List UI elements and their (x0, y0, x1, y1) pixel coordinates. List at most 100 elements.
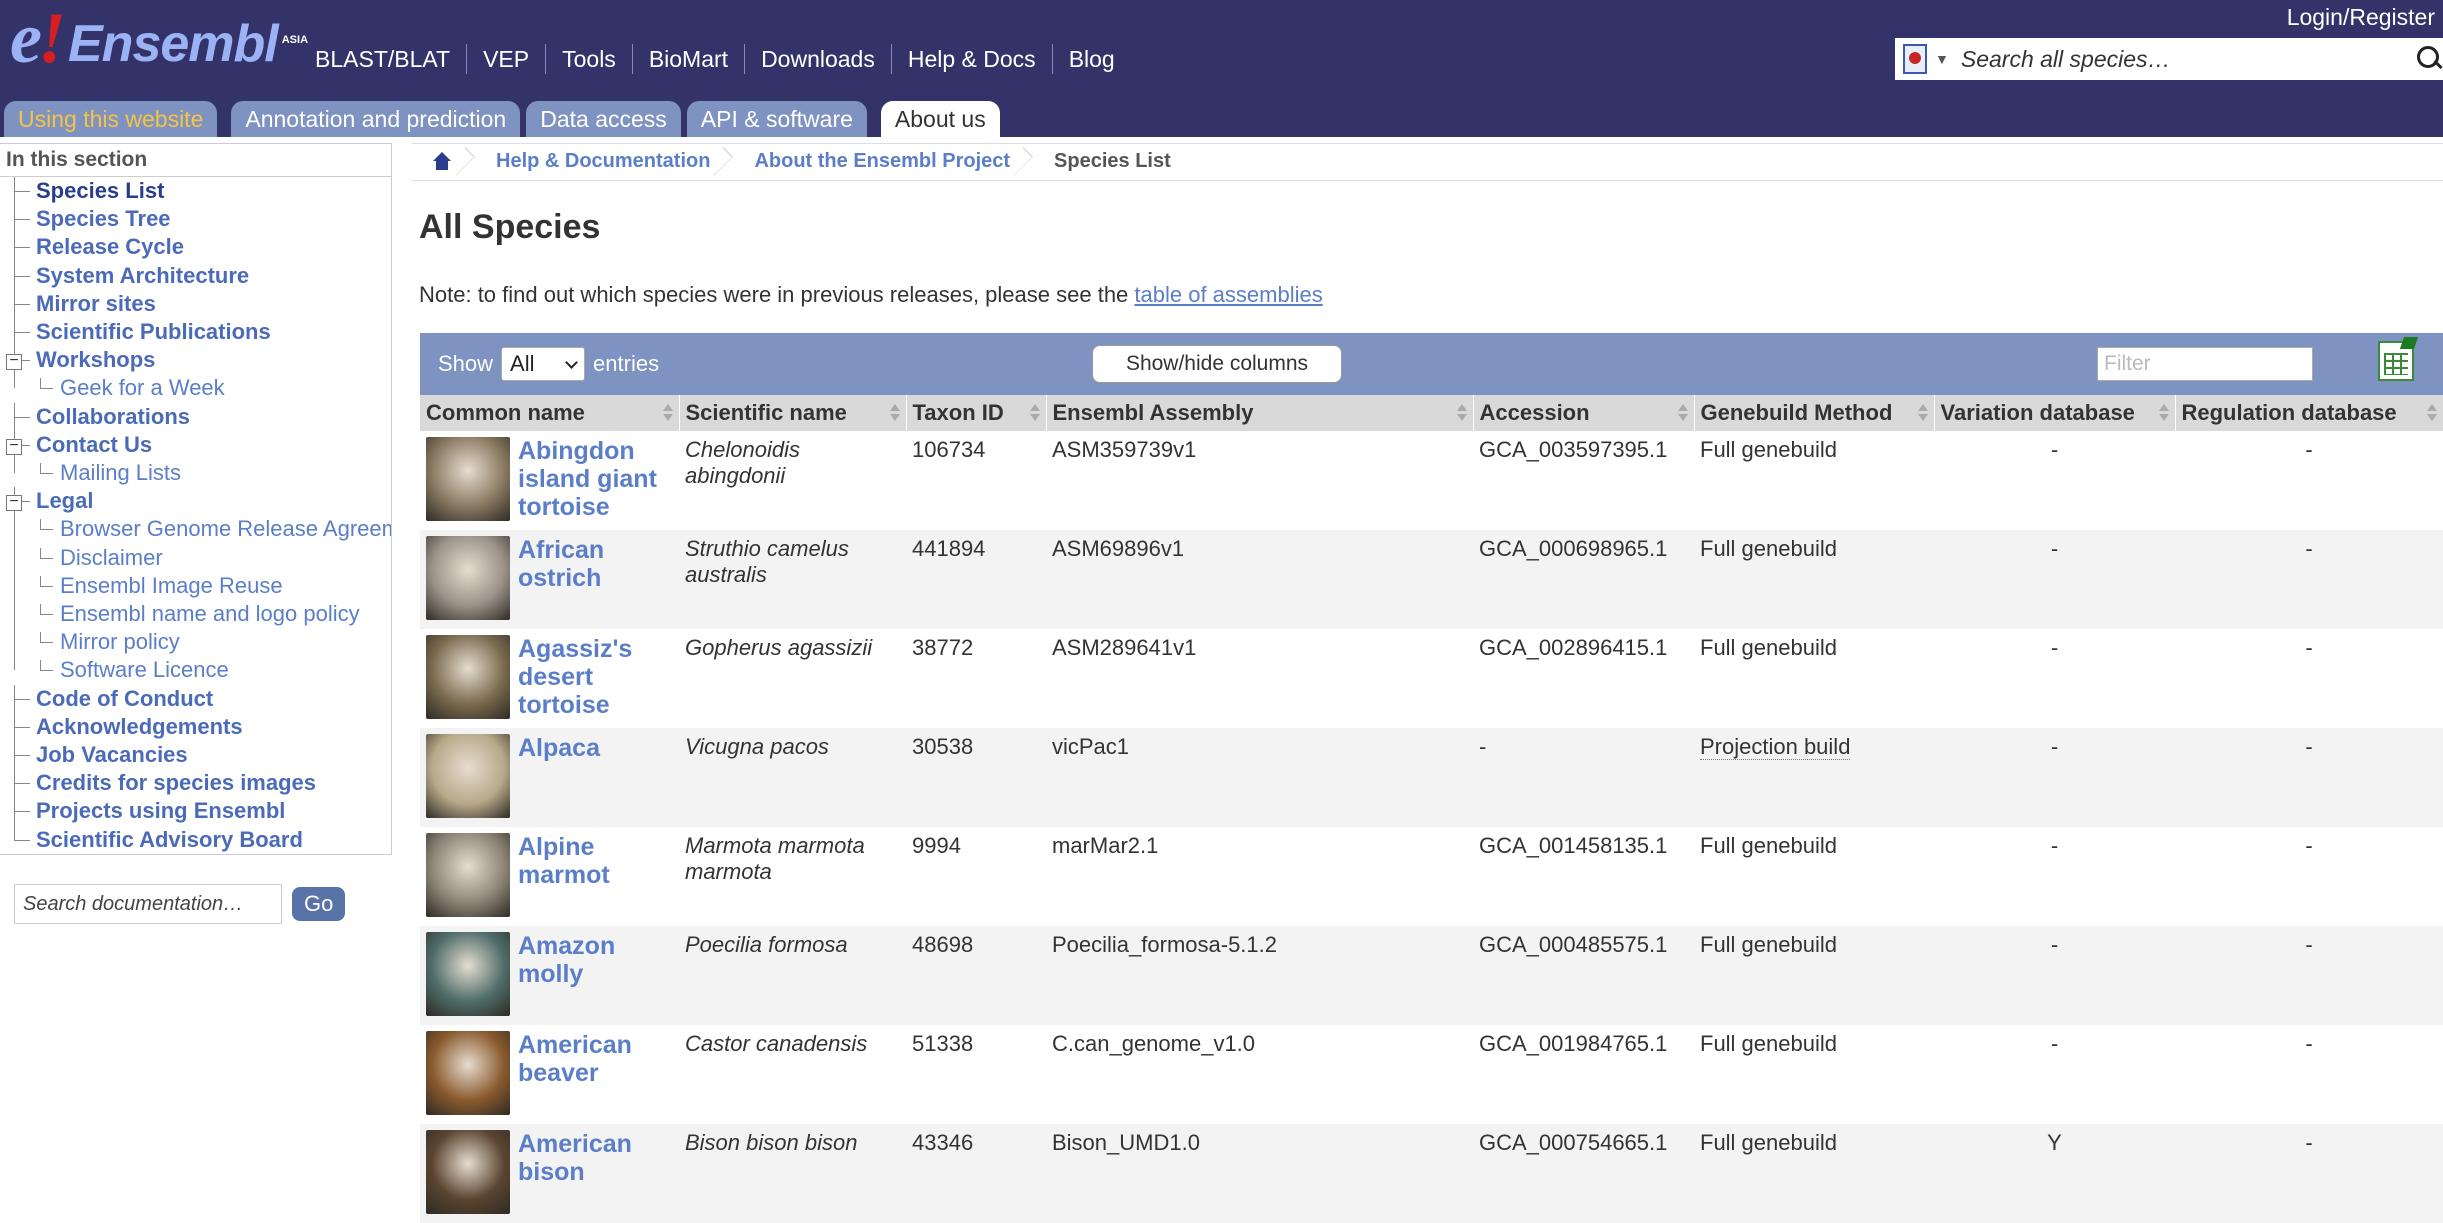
sidebar-item-label: Ensembl name and logo policy (60, 601, 360, 627)
collapse-toggle-icon[interactable]: − (6, 437, 22, 455)
home-icon[interactable] (432, 151, 452, 172)
sort-arrows-icon[interactable] (662, 404, 673, 422)
topnav-blog[interactable]: Blog (1051, 44, 1131, 74)
filter-input[interactable] (2097, 347, 2313, 381)
sidebar-item-label: Ensembl Image Reuse (60, 572, 283, 598)
column-header-taxon-id[interactable]: Taxon ID (906, 395, 1047, 431)
sidebar-item-ensembl-name-and-logo-policy[interactable]: Ensembl name and logo policy (0, 600, 391, 629)
sidebar-item-scientific-advisory-board[interactable]: Scientific Advisory Board (0, 825, 391, 854)
species-selector-icon[interactable] (1895, 38, 1935, 80)
species-link[interactable]: African ostrich (518, 536, 673, 620)
sort-arrows-icon[interactable] (889, 404, 900, 422)
sort-arrows-icon[interactable] (1456, 404, 1467, 422)
sidebar-item-acknowledgements[interactable]: Acknowledgements (0, 712, 391, 742)
column-header-genebuild-method[interactable]: Genebuild Method (1694, 395, 1935, 431)
sort-arrows-icon[interactable] (1917, 404, 1928, 422)
column-header-accession[interactable]: Accession (1473, 395, 1695, 431)
sidebar-item-mirror-policy[interactable]: Mirror policy (0, 628, 391, 657)
breadcrumb-help-docs[interactable]: Help & Documentation (476, 143, 734, 181)
sidebar-item-disclaimer[interactable]: Disclaimer (0, 543, 391, 572)
sidebar-item-release-cycle[interactable]: Release Cycle (0, 233, 391, 262)
collapse-toggle-icon[interactable]: − (6, 353, 22, 371)
column-header-ensembl-assembly[interactable]: Ensembl Assembly (1046, 395, 1474, 431)
sidebar-item-projects-using-ensembl[interactable]: Projects using Ensembl (0, 797, 391, 826)
export-excel-icon[interactable] (2378, 341, 2414, 381)
species-thumbnail[interactable] (426, 932, 510, 1016)
sort-arrows-icon[interactable] (2158, 404, 2169, 422)
sidebar-item-workshops[interactable]: − Workshops (0, 346, 391, 375)
sidebar-item-scientific-publications[interactable]: Scientific Publications (0, 318, 391, 347)
sidebar-item-label: Credits for species images (36, 770, 317, 796)
search-input[interactable] (1958, 44, 2409, 74)
topnav-tools[interactable]: Tools (545, 44, 632, 74)
species-link[interactable]: Alpine marmot (518, 833, 673, 917)
sidebar-item-browser-genome-release-agreement[interactable]: Browser Genome Release Agreement (0, 515, 391, 544)
table-row: Amazon molly Poecilia formosa 48698 Poecili… (420, 926, 2443, 1025)
species-link[interactable]: Alpaca (518, 734, 600, 818)
species-link[interactable]: American beaver (518, 1031, 673, 1115)
species-link[interactable]: Amazon molly (518, 932, 673, 1016)
column-header-regulation-database[interactable]: Regulation database (2175, 395, 2443, 431)
sidebar-item-code-of-conduct[interactable]: Code of Conduct (0, 684, 391, 713)
topnav-biomart[interactable]: BioMart (631, 44, 744, 74)
cell-taxon-id: 51338 (906, 1025, 1046, 1124)
species-thumbnail[interactable] (426, 1031, 510, 1115)
tab-data-access[interactable]: Data access (526, 101, 681, 137)
tab-api-software[interactable]: API & software (686, 101, 867, 137)
sidebar-item-label: Job Vacancies (36, 742, 188, 768)
collapse-toggle-icon[interactable]: − (6, 494, 22, 512)
column-header-scientific-name[interactable]: Scientific name (679, 395, 907, 431)
cell-common-name: American beaver (420, 1025, 679, 1124)
sidebar-item-contact-us[interactable]: − Contact Us (0, 430, 391, 460)
ensembl-logo[interactable]: e ! Ensembl ASIA (10, 2, 308, 74)
table-of-assemblies-link[interactable]: table of assemblies (1134, 282, 1322, 307)
species-thumbnail[interactable] (426, 635, 510, 719)
species-link[interactable]: American bison (518, 1130, 673, 1214)
cell-common-name: Alpine marmot (420, 827, 679, 926)
species-link[interactable]: Abingdon island giant tortoise (518, 437, 673, 521)
topnav-vep[interactable]: VEP (466, 44, 545, 74)
sort-arrows-icon[interactable] (2426, 404, 2437, 422)
sidebar-item-system-architecture[interactable]: System Architecture (0, 261, 391, 290)
sidebar-item-mirror-sites[interactable]: Mirror sites (0, 289, 391, 319)
species-thumbnail[interactable] (426, 734, 510, 818)
sidebar-item-credits-for-species-images[interactable]: Credits for species images (0, 769, 391, 798)
cell-accession: GCA_003597395.1 (1473, 431, 1694, 530)
cell-genebuild-method: Full genebuild (1694, 431, 1934, 530)
sidebar-item-legal[interactable]: − Legal (0, 487, 391, 516)
cell-variation-db: - (1934, 530, 2175, 629)
topnav-help-docs[interactable]: Help & Docs (890, 44, 1052, 74)
topnav-downloads[interactable]: Downloads (744, 44, 891, 74)
sort-arrows-icon[interactable] (1029, 404, 1040, 422)
search-icon[interactable] (2409, 38, 2443, 80)
tab-about-us[interactable]: About us (880, 101, 1000, 137)
sidebar-item-collaborations[interactable]: Collaborations (0, 402, 391, 431)
sidebar-item-species-list[interactable]: Species List (0, 177, 391, 206)
species-thumbnail[interactable] (426, 536, 510, 620)
species-thumbnail[interactable] (426, 437, 510, 521)
sidebar-item-geek-for-a-week[interactable]: Geek for a Week (0, 374, 391, 402)
entries-select[interactable]: All (501, 347, 586, 381)
species-link[interactable]: Agassiz's desert tortoise (518, 635, 673, 719)
go-button[interactable]: Go (292, 887, 346, 921)
sidebar-item-ensembl-image-reuse[interactable]: Ensembl Image Reuse (0, 571, 391, 601)
breadcrumb-home[interactable] (412, 143, 476, 181)
tab-using-this-website[interactable]: Using this website (4, 101, 218, 137)
tab-annotation-and-prediction[interactable]: Annotation and prediction (231, 101, 521, 137)
topnav-blast-blat[interactable]: BLAST/BLAT (303, 44, 466, 74)
species-thumbnail[interactable] (426, 833, 510, 917)
doc-search-input[interactable] (14, 884, 282, 924)
column-header-common-name[interactable]: Common name (420, 395, 680, 431)
sidebar-item-software-licence[interactable]: Software Licence (0, 656, 391, 684)
chevron-down-icon[interactable]: ▼ (1935, 51, 1949, 67)
sidebar-item-job-vacancies[interactable]: Job Vacancies (0, 741, 391, 770)
show-hide-columns-button[interactable]: Show/hide columns (1092, 345, 1342, 383)
column-header-variation-database[interactable]: Variation database (1934, 395, 2176, 431)
sidebar-item-species-tree[interactable]: Species Tree (0, 205, 391, 234)
sidebar-item-mailing-lists[interactable]: Mailing Lists (0, 459, 391, 487)
breadcrumb-about[interactable]: About the Ensembl Project (734, 143, 1034, 181)
sort-arrows-icon[interactable] (1677, 404, 1688, 422)
species-thumbnail[interactable] (426, 1130, 510, 1214)
cell-assembly: ASM289641v1 (1046, 629, 1473, 728)
login-register-link[interactable]: Login/Register (2287, 4, 2443, 31)
